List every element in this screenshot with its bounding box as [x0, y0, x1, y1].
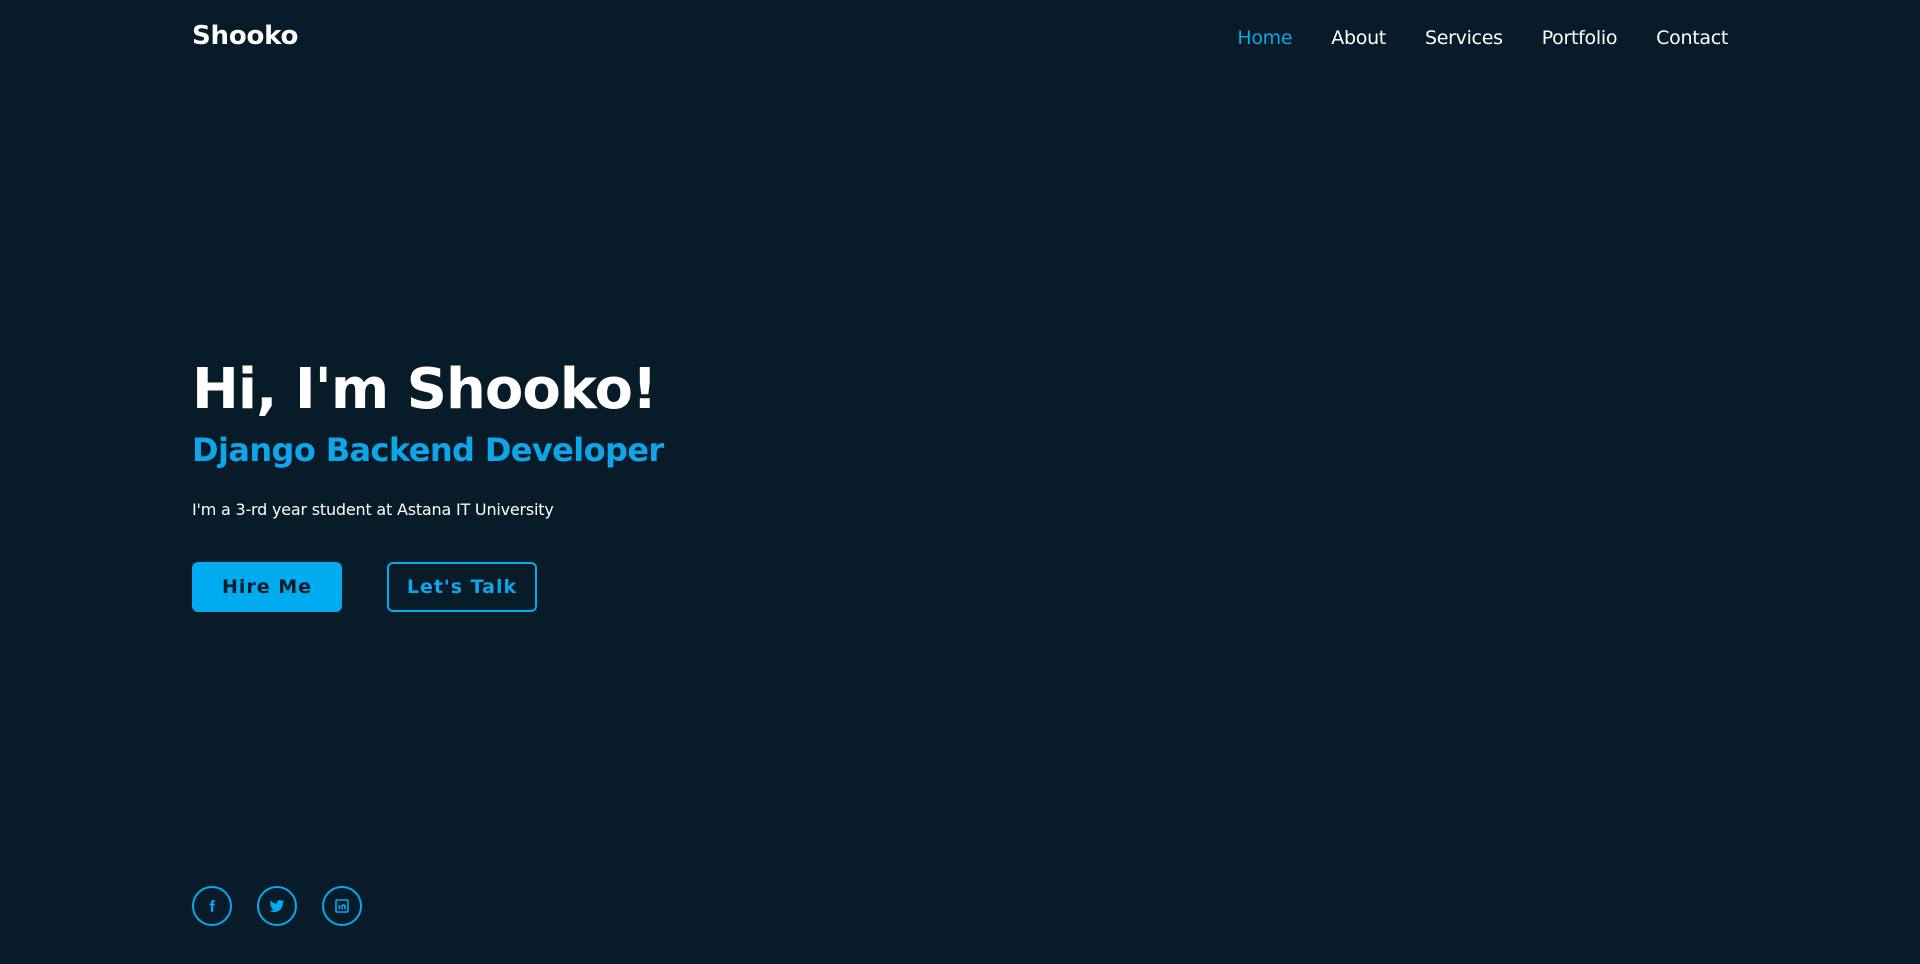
site-header: Shooko Home About Services Portfolio Con… — [0, 0, 1920, 76]
logo-link[interactable]: Shooko — [192, 20, 298, 52]
hero-subtitle: Django Backend Developer — [192, 431, 664, 469]
nav-link-portfolio[interactable]: Portfolio — [1542, 24, 1618, 52]
nav-link-about[interactable]: About — [1331, 24, 1386, 52]
main-nav: Home About Services Portfolio Contact — [1237, 24, 1728, 52]
hero-section: Hi, I'm Shooko! Django Backend Developer… — [192, 352, 664, 612]
lets-talk-button[interactable]: Let's Talk — [387, 562, 537, 612]
page: Shooko Home About Services Portfolio Con… — [0, 0, 1920, 964]
nav-link-home[interactable]: Home — [1237, 24, 1292, 52]
hero-description: I'm a 3-rd year student at Astana IT Uni… — [192, 500, 554, 519]
social-links — [192, 886, 362, 926]
hero-title: Hi, I'm Shooko! — [192, 357, 658, 422]
linkedin-link[interactable] — [322, 886, 362, 926]
nav-link-services[interactable]: Services — [1425, 24, 1503, 52]
hero-buttons: Hire Me Let's Talk — [192, 562, 664, 612]
twitter-link[interactable] — [257, 886, 297, 926]
hire-me-button[interactable]: Hire Me — [192, 562, 342, 612]
twitter-icon — [268, 897, 286, 915]
facebook-link[interactable] — [192, 886, 232, 926]
linkedin-icon — [334, 898, 350, 914]
nav-link-contact[interactable]: Contact — [1656, 24, 1728, 52]
facebook-icon — [205, 899, 219, 913]
